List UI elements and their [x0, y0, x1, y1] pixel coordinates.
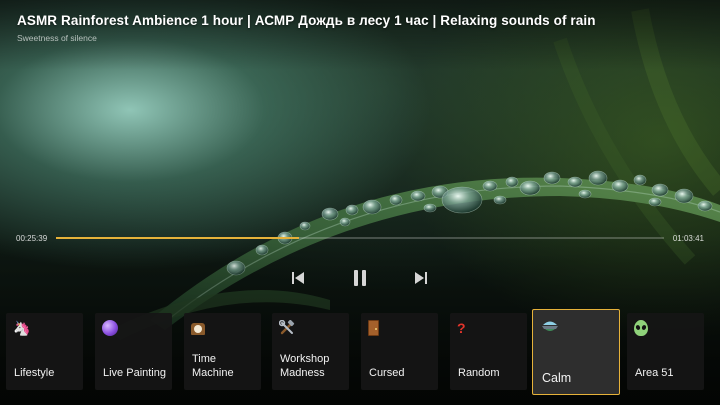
mantelpiece-clock-icon	[191, 320, 209, 338]
alien-icon	[634, 320, 652, 338]
water-droplet	[345, 204, 359, 216]
water-droplet	[441, 186, 483, 214]
crystal-ball-icon	[102, 320, 120, 338]
category-label: Live Painting	[103, 366, 166, 379]
category-label: Calm	[542, 370, 572, 385]
category-label: Random	[458, 366, 500, 379]
video-title: ASMR Rainforest Ambience 1 hour | АСМР Д…	[17, 13, 596, 28]
category-card-lifestyle[interactable]: 🦄 Lifestyle	[6, 313, 83, 390]
category-label: Lifestyle	[14, 366, 55, 379]
skip-forward-button[interactable]	[409, 268, 433, 288]
category-card-random[interactable]: ? Random	[450, 313, 527, 390]
water-droplet	[493, 195, 507, 205]
category-card-live-painting[interactable]: Live Painting	[95, 313, 172, 390]
category-card-calm[interactable]: Calm	[532, 309, 620, 395]
skip-back-button[interactable]	[286, 268, 310, 288]
water-droplet	[611, 179, 629, 193]
water-droplet	[299, 221, 311, 231]
category-card-cursed[interactable]: Cursed	[361, 313, 438, 390]
total-time: 01:03:41	[672, 234, 704, 243]
question-mark-icon: ?	[457, 320, 466, 336]
water-droplet	[321, 207, 339, 221]
progress-bar[interactable]	[56, 237, 664, 239]
water-droplet	[588, 170, 608, 186]
hammer-wrench-icon	[278, 319, 297, 338]
category-card-workshop-madness[interactable]: Workshop Madness	[272, 313, 349, 390]
water-droplet	[482, 180, 498, 192]
skip-forward-icon	[415, 272, 427, 284]
video-subtitle: Sweetness of silence	[17, 33, 97, 43]
category-label: Area 51	[635, 366, 674, 379]
category-label: Cursed	[369, 366, 405, 379]
pause-icon	[354, 270, 366, 286]
water-droplet	[648, 197, 662, 207]
water-droplet	[567, 176, 583, 188]
category-card-area-51[interactable]: Area 51	[627, 313, 704, 390]
category-label: Time Machine	[192, 353, 234, 379]
water-droplet	[578, 189, 592, 199]
calm-landscape-icon	[541, 318, 559, 336]
unicorn-icon: 🦄	[13, 320, 31, 336]
category-row: 🦄 Lifestyle Live Painting Time Machine W…	[6, 309, 716, 395]
water-droplet	[651, 183, 669, 197]
water-droplet	[674, 188, 694, 204]
skip-back-icon	[292, 272, 304, 284]
water-droplet	[410, 190, 426, 202]
elapsed-time: 00:25:39	[16, 234, 48, 243]
water-droplet	[697, 200, 713, 212]
water-droplet	[423, 203, 437, 213]
category-label: Workshop Madness	[280, 353, 330, 379]
progress-fill	[56, 237, 300, 239]
category-card-time-machine[interactable]: Time Machine	[184, 313, 261, 390]
pause-button[interactable]	[348, 268, 372, 288]
water-droplet	[505, 176, 519, 188]
water-droplet	[362, 199, 382, 215]
water-droplet	[633, 174, 647, 186]
water-droplet	[389, 194, 403, 206]
water-droplet	[339, 217, 351, 227]
water-droplet	[543, 171, 561, 185]
door-icon	[368, 320, 386, 338]
water-droplet	[519, 180, 541, 196]
